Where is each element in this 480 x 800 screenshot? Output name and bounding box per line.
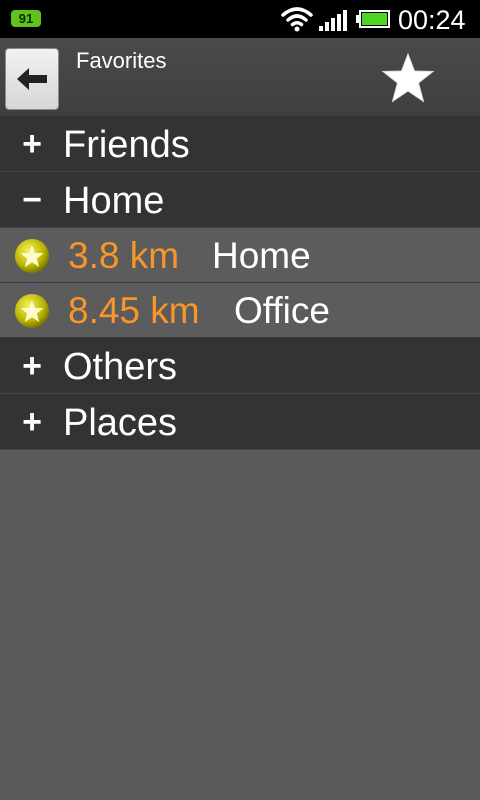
item-distance: 8.45 km	[68, 290, 200, 331]
collapse-icon: −	[22, 181, 42, 219]
group-label: Home	[63, 180, 165, 222]
back-button[interactable]	[5, 48, 59, 110]
favorites-list: + Friends − Home 3.8 km Home 8.45 km Off…	[0, 116, 480, 450]
notification-badge: 91	[11, 10, 41, 27]
signal-icon	[319, 10, 347, 31]
group-label: Others	[63, 346, 178, 388]
status-bar: 91 00:24	[0, 0, 480, 38]
item-distance: 3.8 km	[68, 235, 180, 276]
item-name: Home	[212, 235, 311, 276]
wifi-icon	[281, 7, 313, 32]
expand-icon: +	[22, 347, 42, 385]
page-title: Favorites	[76, 48, 167, 73]
group-label: Places	[63, 402, 178, 444]
back-arrow-icon	[17, 68, 47, 90]
list-item-office[interactable]: 8.45 km Office	[0, 283, 480, 338]
expand-icon: +	[22, 125, 42, 163]
battery-icon	[356, 10, 390, 28]
item-name: Office	[234, 290, 330, 331]
favorite-star-icon	[15, 294, 49, 328]
group-places[interactable]: + Places	[0, 394, 480, 450]
expand-icon: +	[22, 403, 42, 441]
favorite-star-icon	[15, 239, 49, 273]
group-others[interactable]: + Others	[0, 338, 480, 394]
status-time: 00:24	[398, 5, 466, 35]
group-home[interactable]: − Home	[0, 172, 480, 228]
star-icon[interactable]	[381, 52, 435, 104]
group-label: Friends	[63, 124, 190, 166]
group-friends[interactable]: + Friends	[0, 116, 480, 172]
header-bar: Favorites	[0, 38, 480, 116]
list-item-home[interactable]: 3.8 km Home	[0, 228, 480, 283]
